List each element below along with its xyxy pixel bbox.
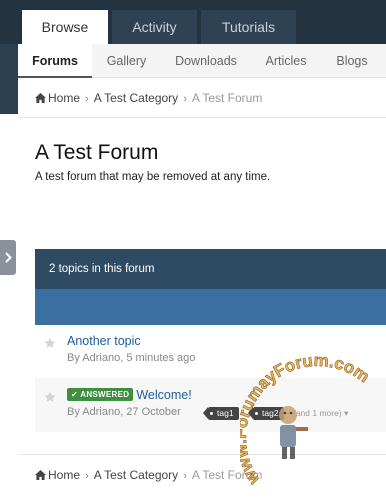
breadcrumb-home[interactable]: Home xyxy=(48,91,80,105)
topic-title-link[interactable]: Welcome! xyxy=(136,388,191,402)
home-icon xyxy=(35,470,46,480)
breadcrumb-home[interactable]: Home xyxy=(48,468,80,482)
breadcrumb: Home › A Test Category › A Test Forum xyxy=(18,78,386,118)
breadcrumb-current: A Test Forum xyxy=(191,91,263,105)
breadcrumb-category[interactable]: A Test Category xyxy=(94,91,179,105)
chevron-right-icon xyxy=(5,252,12,263)
page-title: A Test Forum xyxy=(35,141,159,164)
answered-badge-label: ANSWERED xyxy=(80,390,130,399)
sub-navigation: Forums Gallery Downloads Articles Blogs xyxy=(18,44,386,78)
svg-text:www.ForumayForum.com: www.ForumayForum.com xyxy=(240,355,373,489)
breadcrumb-category[interactable]: A Test Category xyxy=(94,468,179,482)
topic-title-link[interactable]: Another topic xyxy=(67,334,141,348)
watermark-text: www.ForumayForum.com xyxy=(240,355,373,489)
topic-meta: By Adriano, 27 October xyxy=(67,406,181,418)
home-icon xyxy=(35,93,46,103)
mascot-figure xyxy=(279,406,308,459)
subnav-forums[interactable]: Forums xyxy=(18,44,92,78)
chevron-right-icon: › xyxy=(183,470,187,482)
star-icon[interactable] xyxy=(44,391,56,403)
subnav-gallery[interactable]: Gallery xyxy=(94,44,159,78)
tab-activity[interactable]: Activity xyxy=(112,10,197,44)
sidebar-toggle-button[interactable] xyxy=(0,240,16,275)
star-icon[interactable] xyxy=(44,337,56,349)
topic-title-row: ✔ ANSWERED Welcome! xyxy=(67,388,192,402)
subnav-blogs[interactable]: Blogs xyxy=(328,44,376,78)
tab-tutorials[interactable]: Tutorials xyxy=(201,10,296,44)
chevron-right-icon: › xyxy=(85,93,89,105)
subnav-downloads[interactable]: Downloads xyxy=(164,44,248,78)
tab-browse[interactable]: Browse xyxy=(22,10,108,44)
topics-header: 2 topics in this forum xyxy=(35,249,386,289)
answered-badge: ✔ ANSWERED xyxy=(67,388,134,401)
subnav-articles[interactable]: Articles xyxy=(256,44,316,78)
topics-count: 2 topics in this forum xyxy=(49,263,155,275)
watermark-logo: www.ForumayForum.com xyxy=(240,355,373,489)
left-rail-header xyxy=(0,44,18,114)
check-icon: ✔ xyxy=(71,390,79,399)
topics-filter-bar xyxy=(35,289,386,325)
chevron-right-icon: › xyxy=(85,470,89,482)
topic-meta: By Adriano, 5 minutes ago xyxy=(67,352,196,364)
chevron-right-icon: › xyxy=(183,93,187,105)
forum-description: A test forum that may be removed at any … xyxy=(35,171,271,183)
tag-label[interactable]: tag1 xyxy=(203,407,239,420)
